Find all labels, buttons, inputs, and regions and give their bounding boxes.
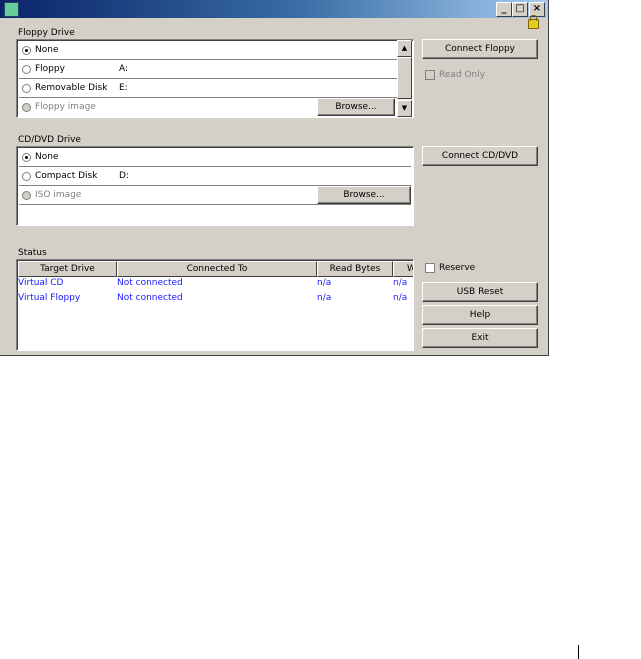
- lock-icon: [528, 15, 539, 29]
- cd-dvd-drive-label: CD/DVD Drive: [18, 135, 81, 145]
- maximize-button[interactable]: □: [512, 2, 528, 17]
- usb-reset-button[interactable]: USB Reset: [422, 282, 538, 302]
- option-label: None: [35, 152, 59, 162]
- floppy-option-removable-disk[interactable]: Removable Disk E:: [19, 79, 397, 98]
- radio-icon[interactable]: [22, 45, 31, 55]
- option-label: Compact Disk: [35, 171, 98, 181]
- cell-read-bytes: n/a: [317, 278, 332, 288]
- cell-target-drive: Virtual Floppy: [18, 293, 81, 303]
- cd-dvd-drive-list: None Compact Disk D: ISO image Browse...: [16, 146, 414, 226]
- connect-floppy-button[interactable]: Connect Floppy: [422, 39, 538, 59]
- cell-write-bytes: n/a: [393, 293, 408, 303]
- floppy-scrollbar[interactable]: ▲ ▼: [397, 40, 412, 117]
- virtual-media-window: _ □ × Floppy Drive None Floppy A: Removab…: [0, 0, 549, 356]
- floppy-option-floppy[interactable]: Floppy A:: [19, 60, 397, 79]
- column-header-write[interactable]: W: [393, 261, 413, 277]
- app-icon: [4, 2, 19, 17]
- cd-option-compact-disk[interactable]: Compact Disk D:: [19, 167, 411, 186]
- option-label: Floppy image: [35, 102, 96, 112]
- scroll-down-icon[interactable]: ▼: [397, 100, 412, 117]
- column-header-target-drive[interactable]: Target Drive: [18, 261, 117, 277]
- cell-connected-to: Not connected: [117, 293, 183, 303]
- checkbox-icon[interactable]: [425, 263, 435, 273]
- cd-option-none[interactable]: None: [19, 148, 411, 167]
- scroll-up-icon[interactable]: ▲: [397, 40, 412, 57]
- option-label: Floppy: [35, 64, 65, 74]
- help-button[interactable]: Help: [422, 305, 538, 325]
- device-letter: D:: [119, 171, 129, 181]
- device-letter: E:: [119, 83, 128, 93]
- floppy-option-none[interactable]: None: [19, 41, 397, 60]
- floppy-drive-label: Floppy Drive: [18, 28, 75, 38]
- radio-icon[interactable]: [22, 171, 31, 181]
- checkbox-icon: [425, 70, 435, 80]
- column-header-connected-to[interactable]: Connected To: [117, 261, 317, 277]
- cd-browse-button: Browse...: [317, 186, 411, 204]
- exit-button[interactable]: Exit: [422, 328, 538, 348]
- reserve-checkbox[interactable]: Reserve: [425, 263, 475, 273]
- status-label: Status: [18, 248, 47, 258]
- option-label: None: [35, 45, 59, 55]
- radio-icon[interactable]: [22, 83, 31, 93]
- status-table: Target Drive Connected To Read Bytes W V…: [16, 259, 414, 351]
- option-label: Removable Disk: [35, 83, 108, 93]
- radio-icon: [22, 102, 31, 112]
- device-letter: A:: [119, 64, 129, 74]
- cell-target-drive: Virtual CD: [18, 278, 64, 288]
- cell-connected-to: Not connected: [117, 278, 183, 288]
- radio-icon[interactable]: [22, 152, 31, 162]
- floppy-drive-list: None Floppy A: Removable Disk E: Floppy im…: [16, 39, 414, 118]
- title-bar: _ □ ×: [0, 0, 548, 18]
- minimize-button[interactable]: _: [496, 2, 512, 17]
- scroll-thumb[interactable]: [397, 57, 412, 99]
- connect-cd-dvd-button[interactable]: Connect CD/DVD: [422, 146, 538, 166]
- read-only-checkbox: Read Only: [425, 70, 485, 80]
- column-header-read-bytes[interactable]: Read Bytes: [317, 261, 393, 277]
- reserve-label: Reserve: [439, 263, 476, 273]
- floppy-browse-button: Browse...: [317, 98, 395, 116]
- cell-read-bytes: n/a: [317, 293, 332, 303]
- option-label: ISO image: [35, 190, 82, 200]
- page-margin-line: [578, 645, 579, 659]
- radio-icon: [22, 190, 31, 200]
- radio-icon[interactable]: [22, 64, 31, 74]
- cell-write-bytes: n/a: [393, 278, 408, 288]
- read-only-label: Read Only: [439, 70, 486, 80]
